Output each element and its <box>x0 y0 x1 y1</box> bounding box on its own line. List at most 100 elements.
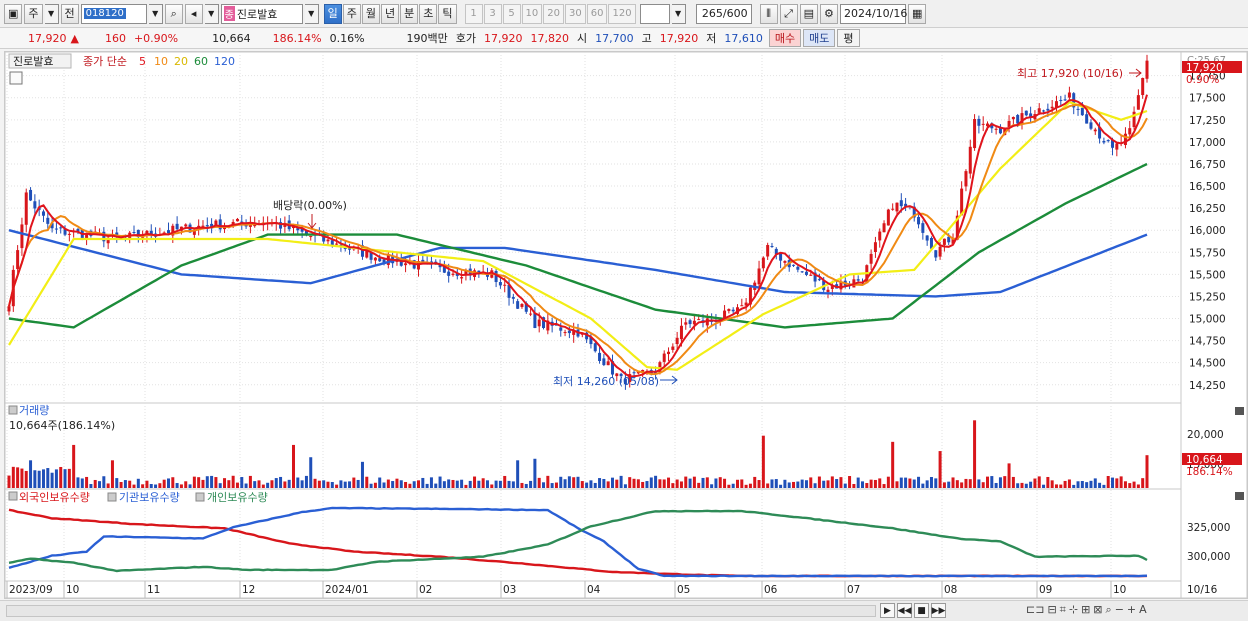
tab-daily[interactable]: 일 <box>323 3 342 24</box>
legend-ma20[interactable]: 20 <box>174 55 188 68</box>
candle-body <box>598 352 602 362</box>
mode-select-2[interactable]: 전 <box>60 3 79 24</box>
legend-ma5[interactable]: 5 <box>139 55 146 68</box>
horizontal-scrollbar[interactable] <box>6 605 876 617</box>
stop-icon[interactable]: ■ <box>914 603 929 618</box>
volume-bar <box>110 460 114 488</box>
history-dropdown-icon[interactable]: ▼ <box>204 3 219 24</box>
interval-3[interactable]: 3 <box>483 3 502 24</box>
candle-body <box>882 223 886 233</box>
high-annotation: 최고 17,920 (10/16) <box>1017 67 1123 80</box>
volume-panel-icon[interactable] <box>8 405 18 415</box>
interval-30[interactable]: 30 <box>565 3 586 24</box>
volume-bar <box>1080 480 1084 488</box>
layout-icon[interactable]: ▣ <box>4 3 23 24</box>
forward-icon[interactable]: ▶▶ <box>931 603 946 618</box>
interval-120[interactable]: 120 <box>608 3 636 24</box>
volume-ratio: 186.14% <box>272 31 322 45</box>
calendar-icon[interactable]: ▦ <box>907 3 927 24</box>
code-dropdown-icon[interactable]: ▼ <box>148 3 163 24</box>
crosshair-icon[interactable]: ⊹ <box>1069 603 1078 617</box>
price-scale-label: 14,500 <box>1189 358 1226 370</box>
legend-ma120[interactable]: 120 <box>214 55 235 68</box>
volume-bar <box>688 478 692 488</box>
candle-body <box>175 223 179 230</box>
overlay-icon[interactable]: ⊠ <box>1093 603 1102 617</box>
volume-bar <box>925 480 929 488</box>
volume-bar <box>266 482 270 488</box>
tab-minute[interactable]: 분 <box>400 3 419 24</box>
interval-60[interactable]: 60 <box>586 3 608 24</box>
candle-icon[interactable]: ⫴ <box>759 3 778 24</box>
candle-body <box>632 372 636 374</box>
interval-10[interactable]: 10 <box>521 3 543 24</box>
split-view-icon[interactable]: ⊏⊐ <box>1026 603 1044 617</box>
holdings-close-icon[interactable] <box>1235 492 1244 500</box>
candle-body <box>1037 108 1041 113</box>
volume-bar <box>796 481 800 488</box>
candle-body <box>373 257 377 261</box>
current-pct-text: 0.90% <box>1186 74 1219 86</box>
candle-body <box>783 261 787 263</box>
price-change-pct: +0.90% <box>133 31 179 45</box>
volume-panel[interactable] <box>4 402 1182 490</box>
volume-bar <box>964 478 968 488</box>
volume-bar <box>951 477 955 488</box>
sell-button[interactable]: 매도 <box>803 29 836 47</box>
stock-name-field[interactable]: 종 진로발효 <box>220 3 303 24</box>
search-icon[interactable]: ⌕ <box>164 3 183 24</box>
chart-area[interactable]: 진로발효 종가 단순 5 10 20 60 120 최고 17,920 (10/… <box>4 51 1248 599</box>
stock-code-input[interactable]: 018120 <box>80 3 147 24</box>
volume-bar <box>253 481 257 488</box>
volume-bar <box>205 476 209 488</box>
tab-second[interactable]: 초 <box>419 3 438 24</box>
chart-canvas[interactable]: 진로발효 종가 단순 5 10 20 60 120 최고 17,920 (10/… <box>4 51 1248 599</box>
period-tabs: 일 주 월 년 분 초 틱 <box>323 3 457 24</box>
tab-yearly[interactable]: 년 <box>381 3 400 24</box>
tab-tick[interactable]: 틱 <box>438 3 457 24</box>
zoom-out-icon[interactable]: − <box>1115 603 1124 617</box>
tools-icon[interactable]: ⊞ <box>1081 603 1090 617</box>
rewind-icon[interactable]: ◀◀ <box>897 603 912 618</box>
compare-icon[interactable]: ⊟ <box>1047 603 1056 617</box>
chart-window: ▣ 주 ▼ 전 018120 ▼ ⌕ ◂ ▼ 종 진로발효 ▼ 일 주 월 년 분… <box>0 0 1248 621</box>
tab-weekly[interactable]: 주 <box>342 3 361 24</box>
buy-button[interactable]: 매수 <box>768 29 802 47</box>
interval-5[interactable]: 5 <box>502 3 521 24</box>
name-dropdown-icon[interactable]: ▼ <box>304 3 319 24</box>
even-button[interactable]: 평 <box>837 29 860 47</box>
date-input[interactable]: 2024/10/16 <box>839 3 907 24</box>
legend-ma10[interactable]: 10 <box>154 55 168 68</box>
save-icon[interactable]: ▤ <box>799 3 818 24</box>
volume-bar <box>29 460 33 488</box>
calculator-icon[interactable] <box>9 71 23 85</box>
scroll-right-icon[interactable]: ▶ <box>880 603 895 618</box>
data-count-input[interactable]: 265/600 <box>695 3 752 24</box>
volume-bar <box>343 481 347 488</box>
mode-select-1[interactable]: 주 <box>24 3 43 24</box>
volume-bar <box>1037 476 1041 488</box>
x-axis-label: 10 <box>1113 584 1126 596</box>
interval-20[interactable]: 20 <box>543 3 564 24</box>
tab-monthly[interactable]: 월 <box>361 3 381 24</box>
gear-icon[interactable]: ⚙ <box>819 3 838 24</box>
speaker-icon[interactable]: ◂ <box>184 3 203 24</box>
volume-bar <box>986 476 990 488</box>
volume-close-icon[interactable] <box>1235 407 1244 415</box>
holdings-panel-icon[interactable] <box>8 491 18 501</box>
indicator-icon[interactable]: ⌗ <box>1060 603 1066 617</box>
volume-bar <box>701 477 705 488</box>
drawing-icon[interactable]: ⤢ <box>779 3 798 24</box>
volume-bar <box>524 483 528 488</box>
zoom-in-icon[interactable]: + <box>1127 603 1136 617</box>
font-size-icon[interactable]: A <box>1139 603 1147 617</box>
interval-custom-input[interactable] <box>639 3 670 24</box>
volume-bar <box>149 483 153 488</box>
zoom-search-icon[interactable]: ⌕ <box>1106 603 1112 617</box>
interval-dropdown-icon[interactable]: ▼ <box>671 3 686 24</box>
legend-ma60[interactable]: 60 <box>194 55 208 68</box>
candle-body <box>537 319 541 327</box>
volume-bar <box>929 477 933 488</box>
interval-1[interactable]: 1 <box>464 3 483 24</box>
chevron-down-icon[interactable]: ▼ <box>44 3 59 24</box>
